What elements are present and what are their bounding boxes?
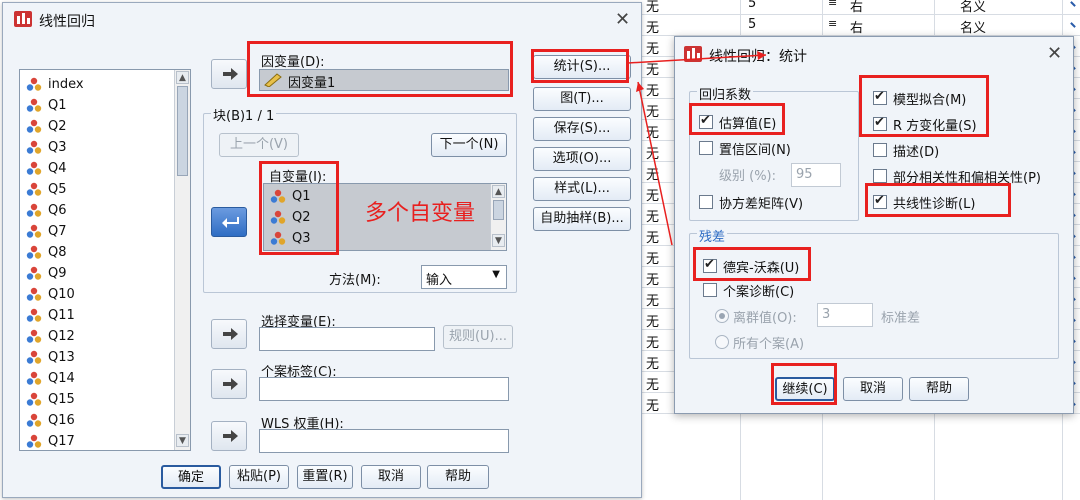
arrow-to-stats-title	[627, 54, 767, 64]
annotation-arrows	[627, 51, 767, 246]
arrow-from-stats	[637, 81, 673, 246]
arrowhead-icon	[636, 82, 644, 92]
arrowhead-icon	[757, 51, 766, 60]
